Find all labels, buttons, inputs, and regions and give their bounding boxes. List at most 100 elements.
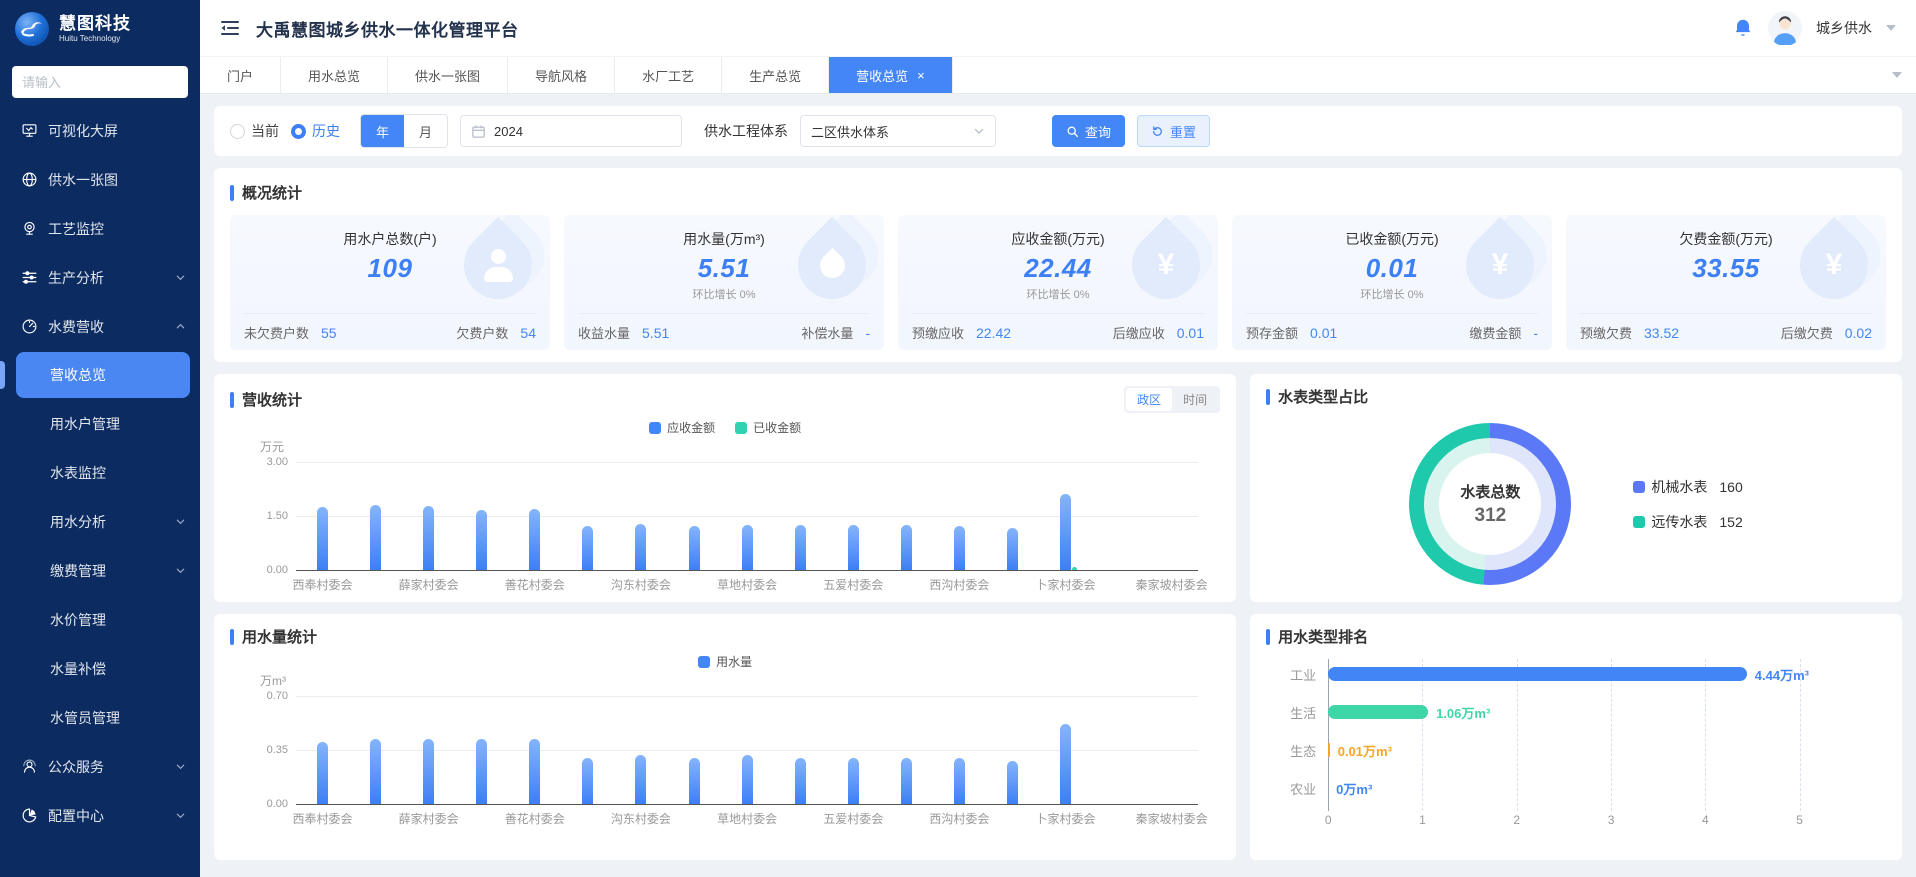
sidebar-menu: 可视化大屏供水一张图工艺监控生产分析水费营收营收总览用水户管理水表监控用水分析缴…: [0, 106, 200, 877]
x-axis-tick: 0: [1325, 813, 1332, 827]
x-axis-label: 善花村委会: [480, 576, 590, 593]
title-accent-bar: [230, 392, 234, 408]
system-select[interactable]: 二区供水体系: [800, 115, 996, 147]
sidebar-subitem[interactable]: 用水分析: [0, 497, 200, 546]
x-axis-label: 秦家坡村委会: [1117, 810, 1227, 827]
overview-section: 概况统计 用水户总数(户)109未欠费户数55欠费户数54用水量(万m³)5.5…: [214, 168, 1902, 362]
month-button[interactable]: 月: [404, 115, 447, 147]
legend-item[interactable]: 应收金额: [649, 419, 715, 436]
usage-chart-title: 用水量统计: [230, 626, 1220, 647]
close-icon[interactable]: ×: [917, 69, 925, 82]
brand-subtitle: Huitu Technology: [59, 34, 131, 43]
stat-growth: 环比增长 0%: [912, 286, 1204, 302]
y-axis-unit: 万m³: [260, 672, 286, 689]
legend-item[interactable]: 用水量: [698, 653, 752, 670]
chevron-down-icon: [175, 516, 186, 527]
sidebar-item[interactable]: 可视化大屏: [0, 106, 200, 155]
bar: [582, 526, 593, 570]
collapse-menu-icon[interactable]: [220, 19, 240, 37]
avatar[interactable]: [1768, 11, 1802, 45]
stat-footer: 未欠费户数55欠费户数54: [244, 313, 536, 342]
stat-footer: 收益水量5.51补偿水量-: [578, 313, 870, 342]
stat-footer: 预存金额0.01缴费金额-: [1246, 313, 1538, 342]
toggle-district[interactable]: 政区: [1126, 388, 1172, 411]
radio-current[interactable]: 当前: [230, 121, 279, 141]
page-title: 大禹慧图城乡供水一体化管理平台: [256, 16, 519, 41]
x-axis-label: 薛家村委会: [374, 810, 484, 827]
sidebar-subitem-label: 水管员管理: [50, 708, 120, 728]
x-axis-label: 卜家村委会: [1010, 576, 1120, 593]
sidebar-item[interactable]: 工艺监控: [0, 204, 200, 253]
sidebar-subitem[interactable]: 水管员管理: [0, 693, 200, 742]
meter-type-donut-chart: 水表总数312机械水表160远传水表152: [1266, 423, 1886, 585]
x-axis-label: 薛家村委会: [374, 576, 484, 593]
sidebar-subitem[interactable]: 缴费管理: [0, 546, 200, 595]
legend-item[interactable]: 机械水表160: [1633, 477, 1742, 497]
x-axis-label: 卜家村委会: [1010, 810, 1120, 827]
bar: [1007, 761, 1018, 804]
sidebar-item[interactable]: 生产分析: [0, 253, 200, 302]
sidebar-item[interactable]: 供水一张图: [0, 155, 200, 204]
sidebar-item[interactable]: 公众服务: [0, 742, 200, 791]
reset-button[interactable]: 重置: [1137, 115, 1210, 147]
search-button[interactable]: 查询: [1052, 115, 1125, 147]
year-button[interactable]: 年: [361, 115, 404, 147]
sidebar-item[interactable]: 水费营收: [0, 302, 200, 351]
stat-footer-label: 收益水量: [578, 323, 630, 342]
top-bar: 大禹慧图城乡供水一体化管理平台 城乡供水: [200, 0, 1916, 56]
x-axis-label: 沟东村委会: [586, 810, 696, 827]
bar: [370, 505, 381, 571]
stat-footer-label: 预缴欠费: [1580, 323, 1632, 342]
sidebar-item-label: 水费营收: [48, 317, 104, 337]
toggle-time[interactable]: 时间: [1172, 388, 1218, 411]
sidebar-item[interactable]: 配置中心: [0, 791, 200, 840]
tab-0[interactable]: 门户: [200, 57, 281, 93]
tab-1[interactable]: 用水总览: [281, 57, 388, 93]
y-axis-unit: 万元: [260, 438, 284, 455]
radio-current-circle[interactable]: [230, 124, 245, 139]
content-area: 当前 历史 年 月 2024 供水工程体系 二区: [200, 94, 1916, 877]
usage-type-ranking-title: 用水类型排名: [1266, 626, 1886, 647]
tab-5[interactable]: 生产总览: [722, 57, 829, 93]
sidebar-subitem[interactable]: 用水户管理: [0, 399, 200, 448]
radio-history[interactable]: 历史: [291, 121, 340, 141]
stat-card: ¥应收金额(万元)22.44环比增长 0%预缴应收22.42后缴应收0.01: [898, 215, 1218, 350]
revenue-chart-toggle: 政区 时间: [1124, 386, 1220, 413]
usage-bar-chart: 用水量万m³0.700.350.00西奉村委会薛家村委会善花村委会沟东村委会草地…: [230, 653, 1220, 830]
sidebar-subitem[interactable]: 水量补偿: [0, 644, 200, 693]
sidebar-item-label: 生产分析: [48, 268, 104, 288]
tab-4[interactable]: 水厂工艺: [615, 57, 722, 93]
sidebar-subitem[interactable]: 营收总览: [16, 352, 190, 398]
bar-secondary: [1072, 567, 1077, 570]
legend-item[interactable]: 远传水表152: [1633, 512, 1742, 532]
chart-legend: 用水量: [230, 653, 1220, 670]
sidebar-subitem-label: 用水户管理: [50, 414, 120, 434]
tabbar-chevron-down-icon[interactable]: [1878, 57, 1916, 93]
config-icon: [20, 807, 38, 825]
stat-growth: 环比增长 0%: [1246, 286, 1538, 302]
sidebar-subitem[interactable]: 水表监控: [0, 448, 200, 497]
calendar-icon: [471, 124, 486, 139]
tab-2[interactable]: 供水一张图: [388, 57, 508, 93]
bar: [954, 758, 965, 804]
legend-item[interactable]: 已收金额: [735, 419, 801, 436]
notification-bell-icon[interactable]: [1732, 17, 1754, 39]
screen-icon: [20, 122, 38, 140]
app-root: 慧图科技 Huitu Technology 可视化大屏供水一张图工艺监控生产分析…: [0, 0, 1916, 877]
sidebar-subitem[interactable]: 水价管理: [0, 595, 200, 644]
tab-active[interactable]: 营收总览×: [829, 57, 953, 93]
sidebar-search-input[interactable]: [12, 66, 188, 98]
x-axis-tick: 2: [1513, 813, 1520, 827]
tab-3[interactable]: 导航风格: [508, 57, 615, 93]
title-accent-bar: [230, 629, 234, 645]
sidebar-item-label: 供水一张图: [48, 170, 118, 190]
bar: [476, 510, 487, 571]
monitor-icon: [20, 220, 38, 238]
stat-footer-value: -: [865, 325, 870, 341]
radio-history-circle[interactable]: [291, 124, 306, 139]
user-menu-chevron-icon[interactable]: [1886, 25, 1896, 31]
stat-footer-label: 后缴应收: [1113, 323, 1165, 342]
year-picker[interactable]: 2024: [460, 115, 682, 147]
x-axis-label: 秦家坡村委会: [1117, 576, 1227, 593]
stat-card: 用水量(万m³)5.51环比增长 0%收益水量5.51补偿水量-: [564, 215, 884, 350]
